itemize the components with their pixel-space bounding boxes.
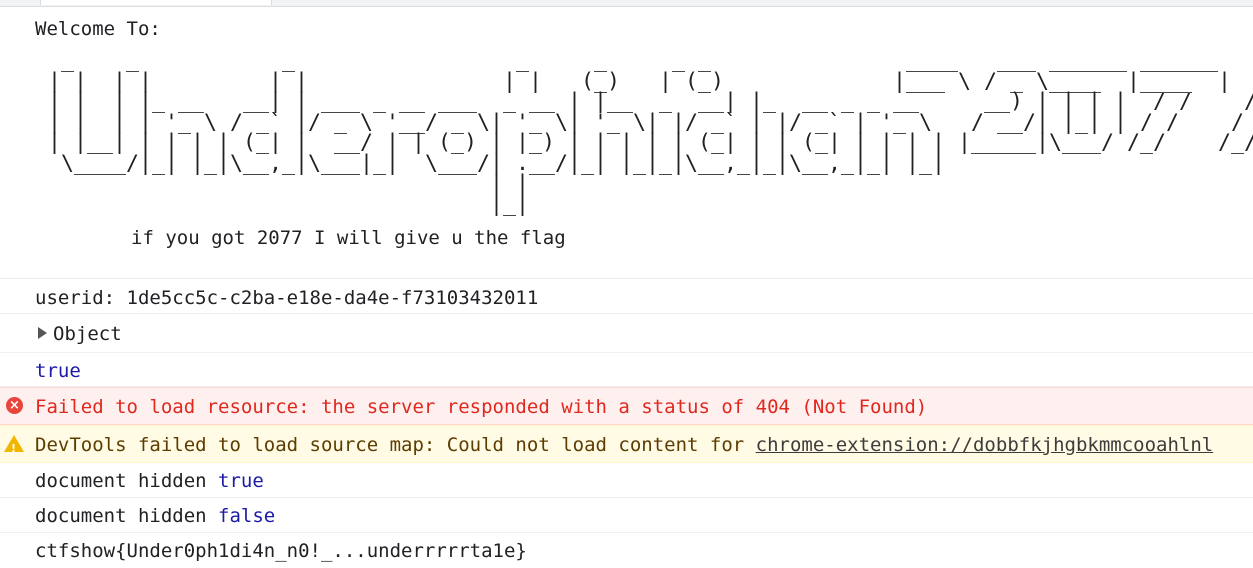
console-message-userid: userid: 1de5cc5c-c2ba-e18e-da4e-f7310343… [0, 279, 1253, 314]
warning-text: DevTools failed to load source map: Coul… [35, 434, 1213, 456]
browser-tab[interactable] [40, 0, 272, 5]
console-message-warning: ! DevTools failed to load source map: Co… [0, 425, 1253, 463]
browser-tab-strip [0, 0, 1253, 7]
console-message-object[interactable]: Object [0, 314, 1253, 353]
userid-text: userid: 1de5cc5c-c2ba-e18e-da4e-f7310343… [35, 287, 539, 309]
tagline-text: if you got 2077 I will give u the flag [131, 227, 566, 249]
boolean-true-value: true [35, 360, 81, 382]
console-message-doc-hidden-false: document hidden false [0, 498, 1253, 533]
console-message-banner: Welcome To: _ _ _ _ _ _ _ ____ ___ _____… [0, 7, 1253, 279]
welcome-text: Welcome To: [35, 18, 161, 40]
ascii-art-title: _ _ _ _ _ _ _ ____ ___ ______ ______ | |… [48, 48, 1253, 217]
expand-triangle-icon[interactable] [38, 327, 47, 339]
console-panel: Welcome To: _ _ _ _ _ _ _ ____ ___ _____… [0, 7, 1253, 568]
doc-hidden-value-true: true [218, 470, 264, 492]
console-message-true: true [0, 353, 1253, 387]
doc-hidden-label: document hidden [35, 505, 219, 527]
object-toggle[interactable]: Object [38, 323, 122, 345]
console-message-doc-hidden-true: document hidden true [0, 463, 1253, 498]
console-message-flag: ctfshow{Under0ph1di4n_n0!_...underrrrrta… [0, 533, 1253, 568]
doc-hidden-true-text: document hidden true [35, 470, 264, 492]
flag-text: ctfshow{Under0ph1di4n_n0!_...underrrrrta… [35, 540, 527, 562]
doc-hidden-value-false: false [218, 505, 276, 527]
console-message-error: × Failed to load resource: the server re… [0, 387, 1253, 425]
doc-hidden-label: document hidden [35, 470, 219, 492]
warning-icon: ! [4, 435, 24, 455]
warning-prefix: DevTools failed to load source map: Coul… [35, 434, 756, 456]
error-text: Failed to load resource: the server resp… [35, 396, 928, 418]
source-map-link[interactable]: chrome-extension://dobbfkjhgbkmmcooahlnl [756, 434, 1214, 456]
error-icon: × [6, 397, 23, 414]
doc-hidden-false-text: document hidden false [35, 505, 275, 527]
object-label: Object [53, 323, 122, 345]
